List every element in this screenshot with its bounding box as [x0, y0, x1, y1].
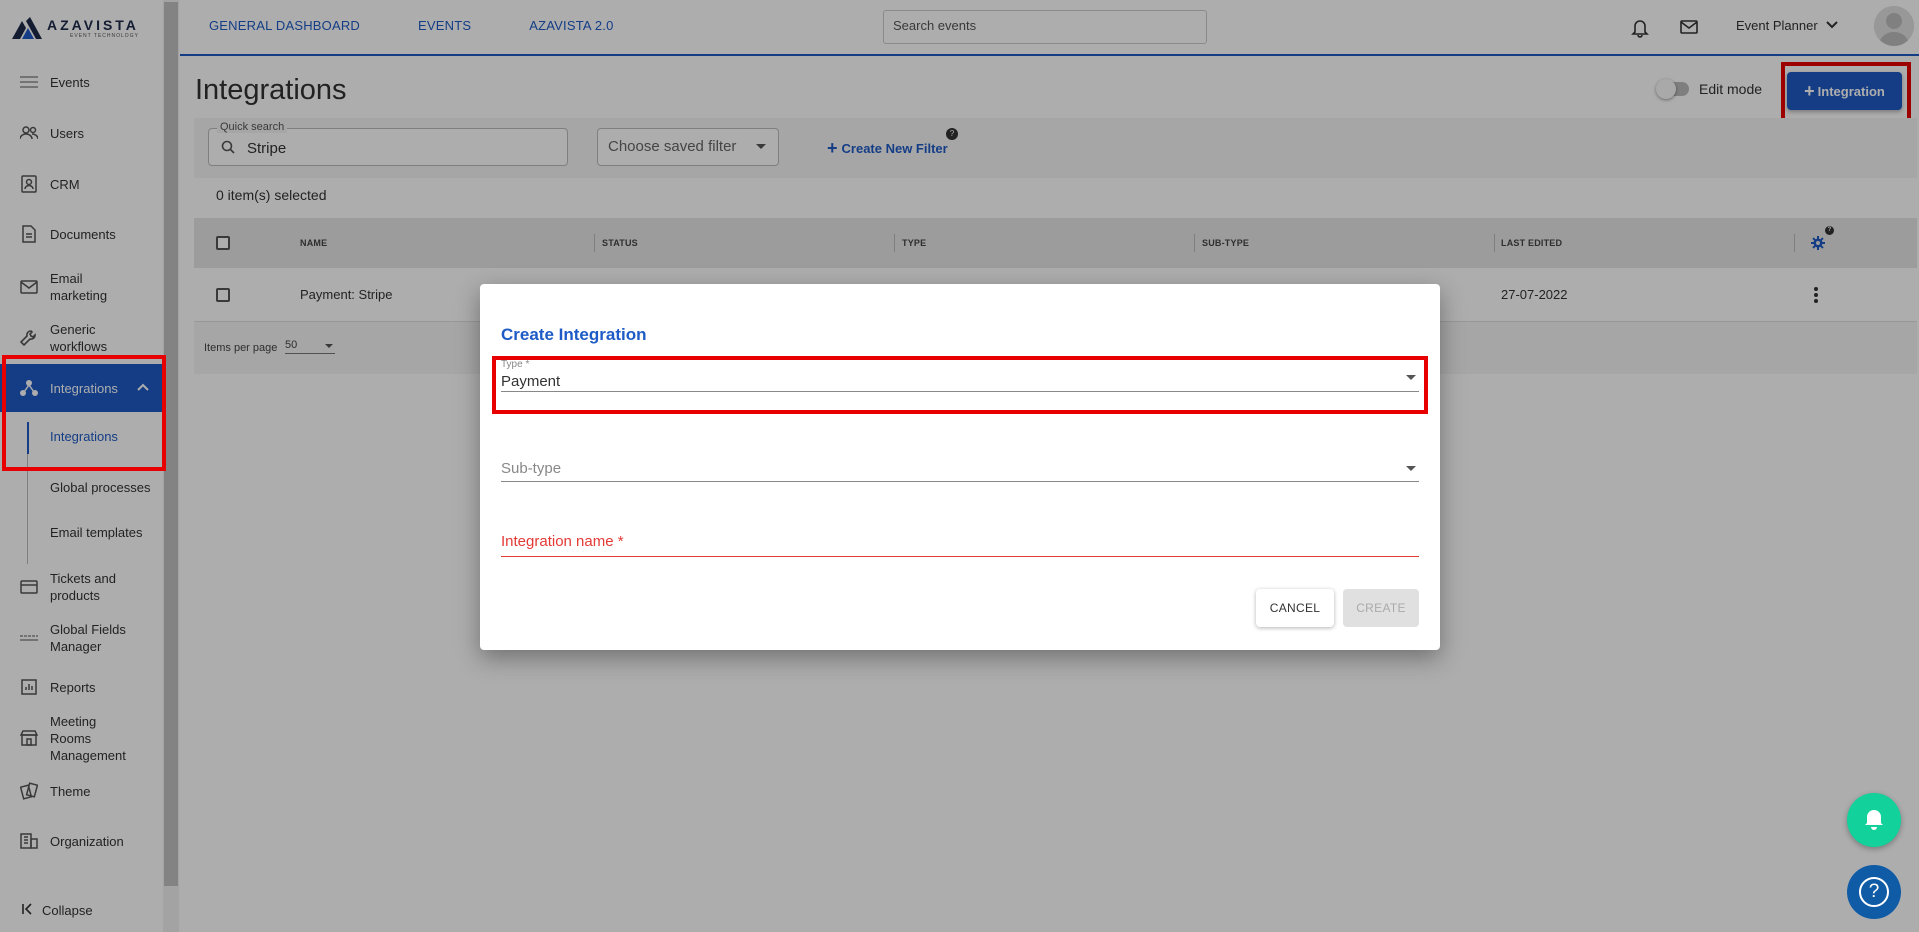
- subtype-select[interactable]: Sub-type: [501, 456, 1419, 482]
- dropdown-arrow-icon: [1406, 466, 1416, 471]
- create-button[interactable]: CREATE: [1343, 589, 1419, 627]
- type-select[interactable]: Type * Payment: [501, 359, 1419, 392]
- cancel-button[interactable]: CANCEL: [1256, 589, 1334, 627]
- help-icon: ?: [1859, 877, 1889, 907]
- bell-icon: [1863, 806, 1885, 835]
- dialog-title: Create Integration: [501, 325, 647, 344]
- type-label: Type *: [501, 359, 530, 370]
- subtype-placeholder: Sub-type: [501, 460, 562, 477]
- dropdown-arrow-icon: [1406, 375, 1416, 380]
- integration-name-placeholder: Integration name *: [501, 533, 624, 550]
- notification-fab[interactable]: [1847, 793, 1901, 847]
- help-fab[interactable]: ?: [1847, 865, 1901, 919]
- type-value: Payment: [501, 373, 561, 390]
- integration-name-input[interactable]: Integration name *: [501, 529, 1419, 557]
- create-integration-dialog: Create Integration Type * Payment Sub-ty…: [480, 284, 1440, 650]
